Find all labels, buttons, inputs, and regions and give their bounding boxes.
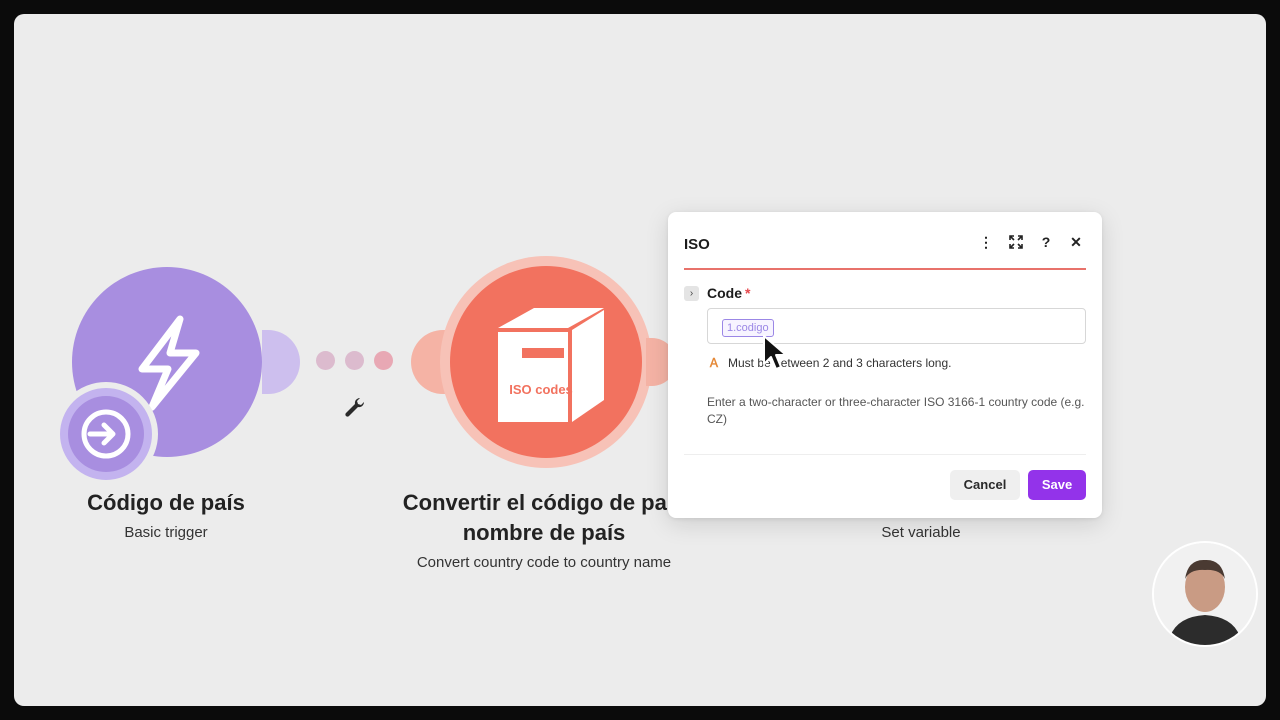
warning-icon: Ａ (708, 356, 721, 370)
dialog-toolbar: ⋮ ? ✕ (978, 234, 1084, 251)
route-dot (316, 351, 335, 370)
box-icon: ISO codes (498, 308, 604, 422)
code-field-label: Code * (707, 285, 751, 301)
expand-icon[interactable] (1008, 234, 1024, 250)
route-dot (374, 351, 393, 370)
setvar-subtitle: Set variable (881, 524, 961, 541)
save-button[interactable]: Save (1028, 470, 1086, 500)
dialog-title: ISO (684, 236, 710, 253)
route-connector[interactable] (316, 351, 393, 370)
scenario-canvas[interactable]: ISO codes Código de país Basic trigger C… (14, 14, 1266, 706)
iso-title-line2: nombre de país (462, 520, 626, 545)
validation-warning: Ａ Must be between 2 and 3 characters lon… (708, 354, 951, 371)
trigger-title: Código de país (87, 490, 245, 515)
module-settings-dialog: ISO ⋮ ? ✕ › Code * 1.codigo Ａ Must be bet… (668, 212, 1102, 518)
mouse-cursor-icon (763, 335, 787, 370)
more-options-icon[interactable]: ⋮ (978, 234, 994, 250)
wrench-icon[interactable] (344, 396, 366, 418)
presenter-silhouette (1154, 543, 1256, 645)
arrow-enter-icon (81, 409, 131, 459)
field-hint: Enter a two-character or three-character… (707, 395, 1085, 426)
presenter-avatar (1154, 543, 1256, 645)
cancel-button[interactable]: Cancel (950, 470, 1020, 500)
chevron-right-icon[interactable]: › (684, 286, 699, 301)
close-icon[interactable]: ✕ (1068, 234, 1084, 250)
trigger-badge (54, 382, 158, 486)
iso-subtitle: Convert country code to country name (416, 554, 672, 571)
box-label: ISO codes (509, 382, 573, 397)
dialog-accent-rule (684, 268, 1086, 270)
required-mark: * (745, 285, 751, 301)
dialog-divider (684, 454, 1086, 455)
route-dot (345, 351, 364, 370)
trigger-subtitle: Basic trigger (124, 524, 208, 541)
trigger-output-connector[interactable] (262, 330, 300, 394)
help-icon[interactable]: ? (1038, 234, 1054, 250)
